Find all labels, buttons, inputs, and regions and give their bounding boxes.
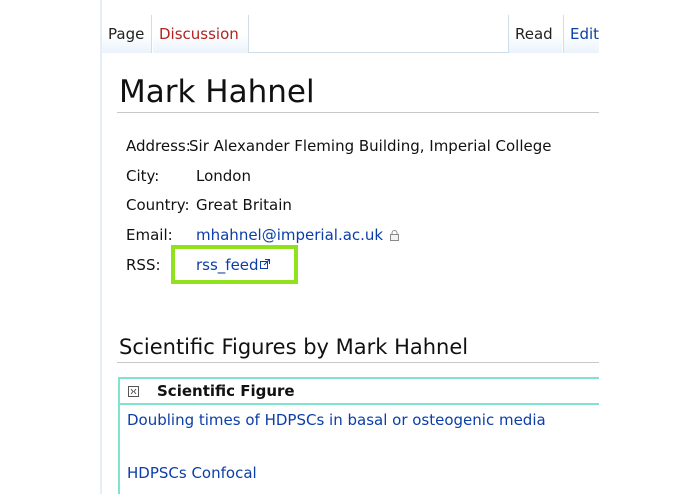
page-title: Mark Hahnel <box>119 74 315 110</box>
lock-icon <box>390 230 400 241</box>
figure-link[interactable]: HDPSCs Confocal <box>127 463 257 483</box>
wiki-page: Page Discussion Read Edit Mark Hahnel Ad… <box>0 0 695 494</box>
address-value: Sir Alexander Fleming Building, Imperial… <box>189 137 552 155</box>
tab-edit[interactable]: Edit <box>563 15 603 53</box>
city-value: London <box>196 167 251 185</box>
tabs-underline <box>249 52 509 53</box>
section-divider <box>117 362 599 363</box>
city-label: City: <box>126 167 160 185</box>
figure-box-header: Scientific Figure <box>120 379 608 405</box>
left-border <box>100 0 102 494</box>
figure-box-header-label: Scientific Figure <box>157 382 295 400</box>
figure-link[interactable]: Doubling times of HDPSCs in basal or ost… <box>127 410 546 430</box>
section-title: Scientific Figures by Mark Hahnel <box>119 335 469 359</box>
tab-discussion[interactable]: Discussion <box>153 15 249 53</box>
page-tabs: Page Discussion Read Edit <box>102 15 603 53</box>
rss-highlight-box <box>171 245 298 284</box>
address-label: Address: <box>126 137 191 155</box>
email-value: mhahnel@imperial.ac.uk <box>196 225 400 245</box>
scientific-figure-box: Scientific Figure Doubling times of HDPS… <box>118 377 608 494</box>
title-divider <box>117 112 599 113</box>
tab-page[interactable]: Page <box>102 15 152 53</box>
rss-label: RSS: <box>126 256 161 274</box>
country-label: Country: <box>126 196 190 214</box>
email-link[interactable]: mhahnel@imperial.ac.uk <box>196 226 383 244</box>
email-label: Email: <box>126 226 173 244</box>
page-right-margin <box>599 0 695 494</box>
tab-read[interactable]: Read <box>508 15 562 53</box>
collapse-toggle-icon[interactable] <box>128 386 139 397</box>
country-value: Great Britain <box>196 196 292 214</box>
